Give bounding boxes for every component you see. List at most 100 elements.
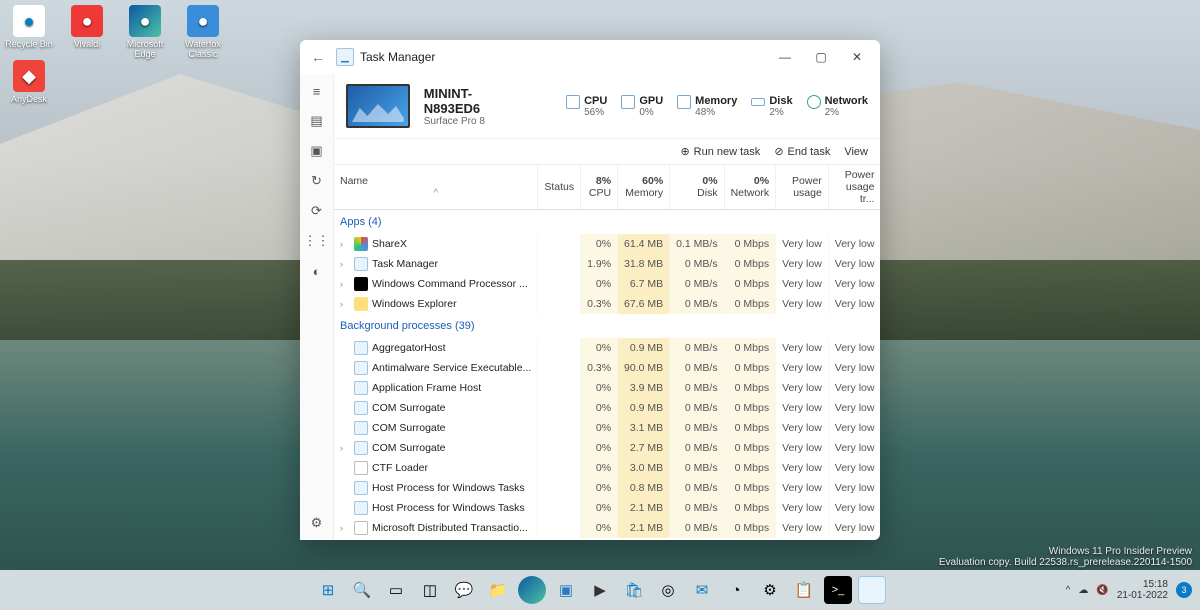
cell-network: 0 Mbps xyxy=(724,338,776,358)
table-row[interactable]: ›ShareX0%61.4 MB0.1 MB/s0 MbpsVery lowVe… xyxy=(334,234,880,254)
cell-cpu: 0% xyxy=(581,234,618,254)
taskbar-app-icon[interactable]: ◎ xyxy=(654,576,682,604)
table-row[interactable]: ›Windows Command Processor ...0%6.7 MB0 … xyxy=(334,274,880,294)
cell-cpu: 0% xyxy=(581,438,618,458)
settings-icon[interactable]: ⚙ xyxy=(306,512,328,534)
desktop-icon-edge[interactable]: ●Microsoft Edge xyxy=(121,5,169,59)
taskbar-app-icon[interactable]: ▶ xyxy=(586,576,614,604)
table-row[interactable]: Host Process for Windows Tasks0%2.1 MB0 … xyxy=(334,498,880,518)
cell-disk: 0 MB/s xyxy=(670,398,724,418)
table-row[interactable]: ›Windows Explorer0.3%67.6 MB0 MB/s0 Mbps… xyxy=(334,294,880,314)
process-icon xyxy=(354,421,368,435)
tray-volume-icon[interactable]: 🔇 xyxy=(1096,585,1108,596)
settings-icon[interactable]: ⚙ xyxy=(756,576,784,604)
cell-disk: 0 MB/s xyxy=(670,438,724,458)
system-tray[interactable]: ^ ☁ 🔇 15:18 21-01-2022 3 xyxy=(1066,579,1192,601)
store-icon[interactable]: 🛍 xyxy=(620,576,648,604)
edge-icon[interactable] xyxy=(518,576,546,604)
expand-icon[interactable]: › xyxy=(340,299,350,309)
task-manager-icon[interactable] xyxy=(858,576,886,604)
table-row[interactable]: COM Surrogate0%3.1 MB0 MB/s0 MbpsVery lo… xyxy=(334,418,880,438)
cell-network: 0 Mbps xyxy=(724,498,776,518)
taskbar[interactable]: ⊞ 🔍 ▭ ◫ 💬 📁 ▣ ▶ 🛍 ◎ ✉ ◔ ⚙ 📋 >_ ^ ☁ 🔇 15:… xyxy=(0,570,1200,610)
process-icon xyxy=(354,361,368,375)
group-header[interactable]: Apps (4) xyxy=(334,210,880,235)
nav-performance-icon[interactable]: ▣ xyxy=(306,140,328,162)
terminal-icon[interactable]: >_ xyxy=(824,576,852,604)
table-row[interactable]: Application Frame Host0%3.9 MB0 MB/s0 Mb… xyxy=(334,378,880,398)
titlebar[interactable]: ← ▁ Task Manager — ▢ ✕ xyxy=(300,40,880,74)
col-power[interactable]: Power usage xyxy=(776,165,829,210)
expand-icon[interactable]: › xyxy=(340,443,350,453)
desktop-icon-recycle[interactable]: ●Recycle Bin xyxy=(5,5,53,59)
col-name[interactable]: Name^ xyxy=(334,165,538,210)
cell-memory: 0.9 MB xyxy=(618,338,670,358)
cell-memory: 3.1 MB xyxy=(618,418,670,438)
cell-power: Very low xyxy=(776,398,829,418)
clock[interactable]: 15:18 21-01-2022 xyxy=(1117,579,1168,601)
expand-icon[interactable]: › xyxy=(340,523,350,533)
expand-icon[interactable]: › xyxy=(340,259,350,269)
col-status[interactable]: Status xyxy=(538,165,581,210)
col-network[interactable]: 0%Network xyxy=(724,165,776,210)
nav-menu-icon[interactable]: ≡ xyxy=(306,80,328,102)
process-icon xyxy=(354,237,368,251)
desktop-icon-waterfox[interactable]: ●Waterfox Classic xyxy=(179,5,227,59)
cell-disk: 0 MB/s xyxy=(670,294,724,314)
cell-network: 0 Mbps xyxy=(724,254,776,274)
cell-cpu: 0% xyxy=(581,418,618,438)
back-button[interactable]: ← xyxy=(306,49,330,65)
taskbar-app-icon[interactable]: ▣ xyxy=(552,576,580,604)
maximize-button[interactable]: ▢ xyxy=(804,43,838,71)
desktop-icon-vivaldi[interactable]: ●Vivaldi xyxy=(63,5,111,59)
col-disk[interactable]: 0%Disk xyxy=(670,165,724,210)
close-button[interactable]: ✕ xyxy=(840,43,874,71)
cell-cpu: 0% xyxy=(581,398,618,418)
sharex-icon[interactable]: ◔ xyxy=(722,576,750,604)
cell-disk: 0 MB/s xyxy=(670,358,724,378)
cell-cpu: 0% xyxy=(581,518,618,538)
table-row[interactable]: ›COM Surrogate0%2.7 MB0 MB/s0 MbpsVery l… xyxy=(334,438,880,458)
nav-startup-icon[interactable]: ⟳ xyxy=(306,200,328,222)
explorer-icon[interactable]: 📁 xyxy=(484,576,512,604)
task-view-icon[interactable]: ▭ xyxy=(382,576,410,604)
nav-details-icon[interactable]: ◐ xyxy=(306,260,328,282)
anydesk-icon: ◆ xyxy=(13,60,45,92)
tray-language-icon[interactable]: ☁ xyxy=(1078,585,1088,596)
table-row[interactable]: Host Process for Windows Tasks0%0.8 MB0 … xyxy=(334,478,880,498)
cell-memory: 2.7 MB xyxy=(618,438,670,458)
col-cpu[interactable]: 8%CPU xyxy=(581,165,618,210)
end-task-button[interactable]: ⊘End task xyxy=(774,145,830,158)
table-row[interactable]: CTF Loader0%3.0 MB0 MB/s0 MbpsVery lowVe… xyxy=(334,458,880,478)
process-table: Name^ Status 8%CPU 60%Memory 0%Disk 0%Ne… xyxy=(334,165,880,538)
minimize-button[interactable]: — xyxy=(768,43,802,71)
view-button[interactable]: View xyxy=(844,145,868,158)
notifications-icon[interactable]: 3 xyxy=(1176,582,1192,598)
nav-history-icon[interactable]: ↻ xyxy=(306,170,328,192)
table-row[interactable]: ›Task Manager1.9%31.8 MB0 MB/s0 MbpsVery… xyxy=(334,254,880,274)
table-row[interactable]: ›Microsoft Distributed Transactio...0%2.… xyxy=(334,518,880,538)
cell-power: Very low xyxy=(776,274,829,294)
desktop-icon-anydesk[interactable]: ◆ AnyDesk xyxy=(5,60,53,104)
col-power-trend[interactable]: Power usage tr... xyxy=(828,165,880,210)
table-row[interactable]: Antimalware Service Executable...0.3%90.… xyxy=(334,358,880,378)
group-header[interactable]: Background processes (39) xyxy=(334,314,880,338)
expand-icon[interactable]: › xyxy=(340,279,350,289)
nav-processes-icon[interactable]: ▤ xyxy=(306,110,328,132)
run-new-task-button[interactable]: ⊕Run new task xyxy=(680,145,760,158)
table-row[interactable]: AggregatorHost0%0.9 MB0 MB/s0 MbpsVery l… xyxy=(334,338,880,358)
chat-icon[interactable]: 💬 xyxy=(450,576,478,604)
table-row[interactable]: COM Surrogate0%0.9 MB0 MB/s0 MbpsVery lo… xyxy=(334,398,880,418)
mail-icon[interactable]: ✉ xyxy=(688,576,716,604)
col-memory[interactable]: 60%Memory xyxy=(618,165,670,210)
expand-icon[interactable]: › xyxy=(340,239,350,249)
edge-icon: ● xyxy=(129,5,161,37)
widgets-icon[interactable]: ◫ xyxy=(416,576,444,604)
recycle-icon: ● xyxy=(13,5,45,37)
tray-chevron-icon[interactable]: ^ xyxy=(1066,585,1071,596)
metric-disk: Disk2% xyxy=(751,95,792,118)
search-icon[interactable]: 🔍 xyxy=(348,576,376,604)
nav-users-icon[interactable]: ⋮⋮ xyxy=(306,230,328,252)
taskbar-app-icon[interactable]: 📋 xyxy=(790,576,818,604)
start-button[interactable]: ⊞ xyxy=(314,576,342,604)
